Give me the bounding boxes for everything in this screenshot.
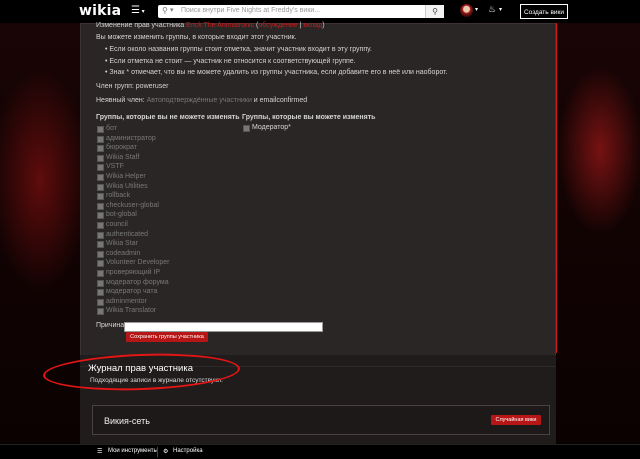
bullet-text: Знак * отмечает, что вы не можете удалит… <box>109 69 448 76</box>
search-icon: ⚲ <box>162 6 168 15</box>
group-checkbox <box>97 145 104 153</box>
group-label: codeadmin <box>106 249 141 257</box>
wikia-network-box: Викия-сеть Случайная вики <box>92 405 550 435</box>
group-checkbox <box>97 231 104 239</box>
chevron-down-icon[interactable]: ▾ <box>499 6 502 13</box>
hamburger-icon[interactable]: ☰ ▾ <box>131 6 145 17</box>
group-checkbox <box>97 308 104 316</box>
group-label: бюрократ <box>106 144 137 152</box>
search-submit-button[interactable]: ⚲ <box>425 5 444 18</box>
chevron-down-icon[interactable]: ▾ <box>170 6 174 14</box>
search-input[interactable]: Поиск внутри Five Nights at Freddy's вик… <box>181 7 320 14</box>
member-of-text: Член групп: poweruser <box>96 83 169 90</box>
group-checkbox <box>97 289 104 297</box>
group-checkbox <box>97 212 104 220</box>
random-wiki-button[interactable]: Случайная вики <box>491 415 541 425</box>
group-checkbox <box>97 174 104 181</box>
reason-label: Причина: <box>96 322 127 329</box>
group-checkbox <box>97 260 104 268</box>
avatar[interactable] <box>460 4 473 17</box>
create-wiki-button[interactable]: Создать вики <box>520 4 568 19</box>
contrib-link[interactable]: вклад <box>303 22 322 29</box>
group-label: adminmentor <box>106 297 147 305</box>
my-tools-link[interactable]: Мои инструменты <box>108 448 158 454</box>
group-checkbox <box>97 202 104 210</box>
group-label: Wikia Utilities <box>106 182 148 190</box>
group-label: Wikia Staff <box>106 153 140 161</box>
group-label: Wikia Helper <box>106 173 146 180</box>
bullet-1: • Если около названия группы стоит отмет… <box>105 46 372 53</box>
group-checkbox <box>97 154 104 162</box>
heading-prefix: Изменение прав участника <box>96 22 185 29</box>
settings-link[interactable]: Настройка <box>173 448 203 454</box>
divider <box>157 447 158 457</box>
reason-input[interactable] <box>124 322 323 332</box>
group-label: authenticated <box>106 230 149 238</box>
group-checkbox <box>97 193 104 201</box>
bottom-toolbar: ☰ Мои инструменты ⚙ Настройка <box>0 444 640 459</box>
rights-heading: Изменение прав участника Erick The Anima… <box>96 22 325 29</box>
group-checkbox <box>97 164 104 172</box>
autoconfirmed-link[interactable]: Автоподтверждённые участники <box>147 97 252 104</box>
group-checkbox <box>97 183 104 191</box>
group-checkbox <box>97 270 104 277</box>
implicit-prefix: Неявный член: <box>96 97 147 104</box>
bullet-text: Если около названия группы стоит отметка… <box>109 46 372 53</box>
content-border <box>556 23 557 353</box>
group-checkbox <box>97 222 104 229</box>
bullet-3: • Знак * отмечает, что вы не можете удал… <box>105 69 448 76</box>
locked-groups-title: Группы, которые вы не можете изменять <box>96 114 240 121</box>
wikia-logo[interactable]: wikia <box>79 3 121 19</box>
group-label: council <box>106 221 128 228</box>
group-label: rollback <box>106 192 131 200</box>
group-label: бот <box>106 125 117 132</box>
bell-icon[interactable]: ♨ <box>488 4 496 15</box>
group-label: проверяющий IP <box>106 269 161 276</box>
bullet-text: Если отметка не стоит — участник не отно… <box>109 58 356 65</box>
global-navigation: wikia ☰ ▾ ⚲ ▾ Поиск внутри Five Nights a… <box>0 0 640 23</box>
group-label: Volunteer Developer <box>106 259 170 267</box>
group-label: Wikia Star <box>106 240 138 248</box>
group-label: модератор форума <box>106 278 169 286</box>
group-checkbox <box>97 135 104 143</box>
implicit-member-text: Неявный член: Автоподтверждённые участни… <box>96 97 307 104</box>
moderator-checkbox[interactable] <box>243 125 250 132</box>
group-checkbox <box>97 241 104 249</box>
gear-icon[interactable]: ⚙ <box>163 448 168 455</box>
group-checkbox <box>97 250 104 258</box>
moderator-label: Модератор* <box>252 124 291 131</box>
group-label: VSTF <box>106 163 124 171</box>
intro-text: Вы можете изменить группы, в которые вхо… <box>96 34 297 41</box>
discussion-link[interactable]: обсуждение <box>258 22 297 29</box>
save-groups-button[interactable]: Сохранить группы участника <box>126 332 208 342</box>
implicit-suffix: и emailconfirmed <box>251 97 308 104</box>
group-label: bot-global <box>106 211 137 219</box>
group-label: Wikia Translator <box>106 307 157 315</box>
group-checkbox <box>97 126 104 133</box>
group-label: checkuser-global <box>106 201 159 209</box>
chevron-down-icon[interactable]: ▾ <box>475 6 478 13</box>
tools-icon[interactable]: ☰ <box>97 448 102 455</box>
bullet-2: • Если отметка не стоит — участник не от… <box>105 58 356 65</box>
group-label: модератор чата <box>106 288 158 296</box>
editable-groups-title: Группы, которые вы можете изменять <box>242 114 376 121</box>
group-label: администратор <box>106 134 156 142</box>
paren-close: ) <box>322 22 325 29</box>
group-checkbox <box>97 298 104 306</box>
group-checkbox <box>97 279 104 287</box>
search-box[interactable]: ⚲ ▾ Поиск внутри Five Nights at Freddy's… <box>158 5 444 18</box>
user-link[interactable]: Erick The Animatronic <box>186 22 254 29</box>
wikia-network-title: Викия-сеть <box>104 416 150 426</box>
